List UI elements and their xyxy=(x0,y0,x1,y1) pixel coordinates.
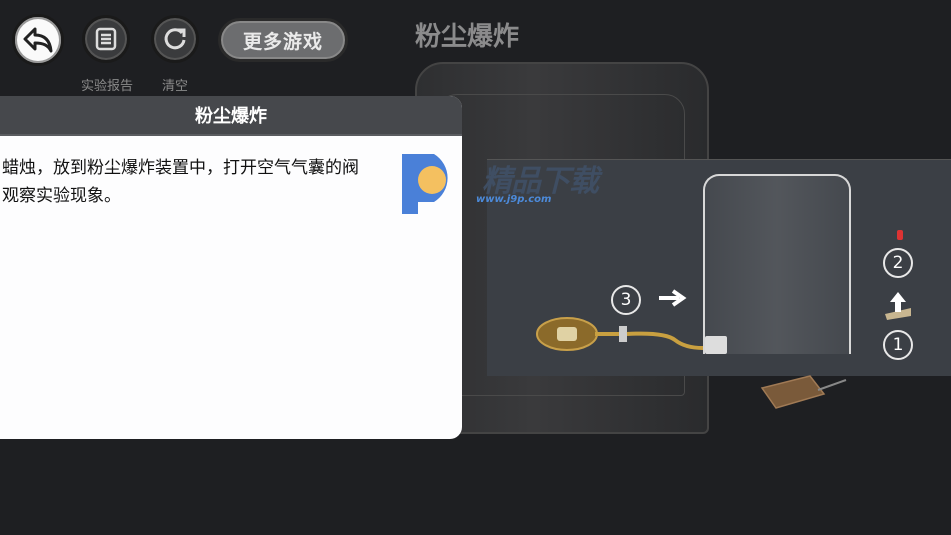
report-button[interactable] xyxy=(82,15,130,63)
report-list-icon xyxy=(95,27,117,51)
page-title: 粉尘爆炸 xyxy=(415,22,520,52)
air-bag-icon xyxy=(536,317,704,351)
back-arrow-icon xyxy=(23,27,53,53)
watermark-logo: 精品下载 www.j9p.com xyxy=(398,150,628,216)
panel-title: 粉尘爆炸 xyxy=(0,96,462,136)
p-logo-icon xyxy=(402,154,448,214)
matchbox-icon xyxy=(760,375,847,409)
refresh-icon xyxy=(164,28,186,50)
report-label: 实验报告 xyxy=(80,79,133,94)
instruction-panel: 粉尘爆炸 蜡烛，放到粉尘爆炸装置中，打开空气气囊的阀 观察实验现象。 xyxy=(0,96,462,439)
dust-chamber xyxy=(703,174,851,354)
candle-icon xyxy=(897,230,903,240)
back-button[interactable] xyxy=(12,14,64,66)
clear-button[interactable] xyxy=(151,15,199,63)
step-1-marker: 1 xyxy=(883,330,913,360)
arrow-right-icon xyxy=(659,289,687,307)
step-2-marker: 2 xyxy=(883,248,913,278)
step-3-marker: 3 xyxy=(611,285,641,315)
clear-label: 清空 xyxy=(161,79,188,94)
panel-text: 蜡烛，放到粉尘爆炸装置中，打开空气气囊的阀 观察实验现象。 xyxy=(2,158,359,206)
lighter-icon xyxy=(885,292,911,320)
more-games-button[interactable]: 更多游戏 xyxy=(218,18,348,62)
watermark-url: www.j9p.com xyxy=(476,194,552,205)
